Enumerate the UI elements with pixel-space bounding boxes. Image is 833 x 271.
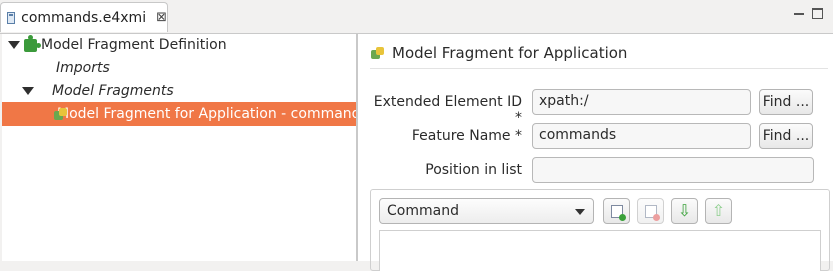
tree-node-selected-fragment[interactable]: Model Fragment for Application - command — [2, 102, 356, 126]
tree-node-label: Imports — [56, 60, 110, 76]
details-header: Model Fragment for Application — [371, 42, 627, 64]
extended-element-id-field[interactable]: xpath:/ — [532, 89, 751, 115]
page-title: Model Fragment for Application — [392, 44, 628, 62]
tree-node-label: Model Fragments — [52, 83, 174, 99]
expand-triangle-icon[interactable] — [8, 41, 20, 49]
tree-node-imports[interactable]: Imports — [56, 57, 110, 79]
extended-element-id-label: Extended Element ID * — [373, 94, 522, 126]
position-in-list-field[interactable] — [532, 157, 814, 183]
remove-element-button[interactable] — [637, 198, 664, 224]
feature-name-field[interactable]: commands — [532, 123, 751, 149]
details-panel: Model Fragment for Application Extended … — [357, 34, 833, 271]
fragment-definition-icon — [24, 34, 41, 52]
remove-icon — [644, 204, 660, 221]
expand-triangle-icon[interactable] — [22, 87, 34, 95]
move-up-button[interactable]: ⇧ — [705, 198, 732, 224]
elements-list[interactable] — [379, 230, 821, 271]
tree-node-root[interactable]: Model Fragment Definition — [8, 34, 227, 56]
feature-name-label: Feature Name * — [411, 128, 522, 144]
find-extended-element-button[interactable]: Find ... — [759, 89, 813, 115]
elements-group: Command ⇩ ⇧ — [370, 189, 830, 271]
close-tab-icon[interactable]: ⊠ — [156, 10, 167, 25]
minimize-icon[interactable] — [794, 13, 804, 15]
header-divider — [370, 68, 828, 69]
e4xmi-file-icon — [7, 11, 16, 24]
editor-tab-bar: commands.e4xmi ⊠ — [0, 0, 833, 34]
editor-tab-label: commands.e4xmi — [21, 9, 147, 26]
add-icon — [610, 204, 626, 221]
maximize-icon[interactable] — [812, 8, 823, 19]
model-tree: Model Fragment Definition Imports Model … — [2, 34, 357, 261]
tree-node-label: Model Fragment for Application - command — [57, 106, 356, 122]
chevron-down-icon — [575, 209, 585, 215]
find-feature-name-button[interactable]: Find ... — [759, 123, 813, 149]
arrow-down-icon: ⇩ — [677, 201, 692, 220]
move-down-button[interactable]: ⇩ — [671, 198, 698, 224]
tree-node-label: Model Fragment Definition — [41, 37, 227, 53]
model-fragment-icon — [371, 46, 384, 60]
editor-tab[interactable]: commands.e4xmi ⊠ — [0, 2, 168, 32]
element-type-select[interactable]: Command — [379, 198, 594, 224]
arrow-up-icon: ⇧ — [711, 201, 726, 220]
element-type-value: Command — [387, 203, 459, 219]
add-element-button[interactable] — [603, 198, 630, 224]
position-in-list-label: Position in list — [425, 162, 522, 178]
tree-node-fragments[interactable]: Model Fragments — [22, 80, 174, 102]
